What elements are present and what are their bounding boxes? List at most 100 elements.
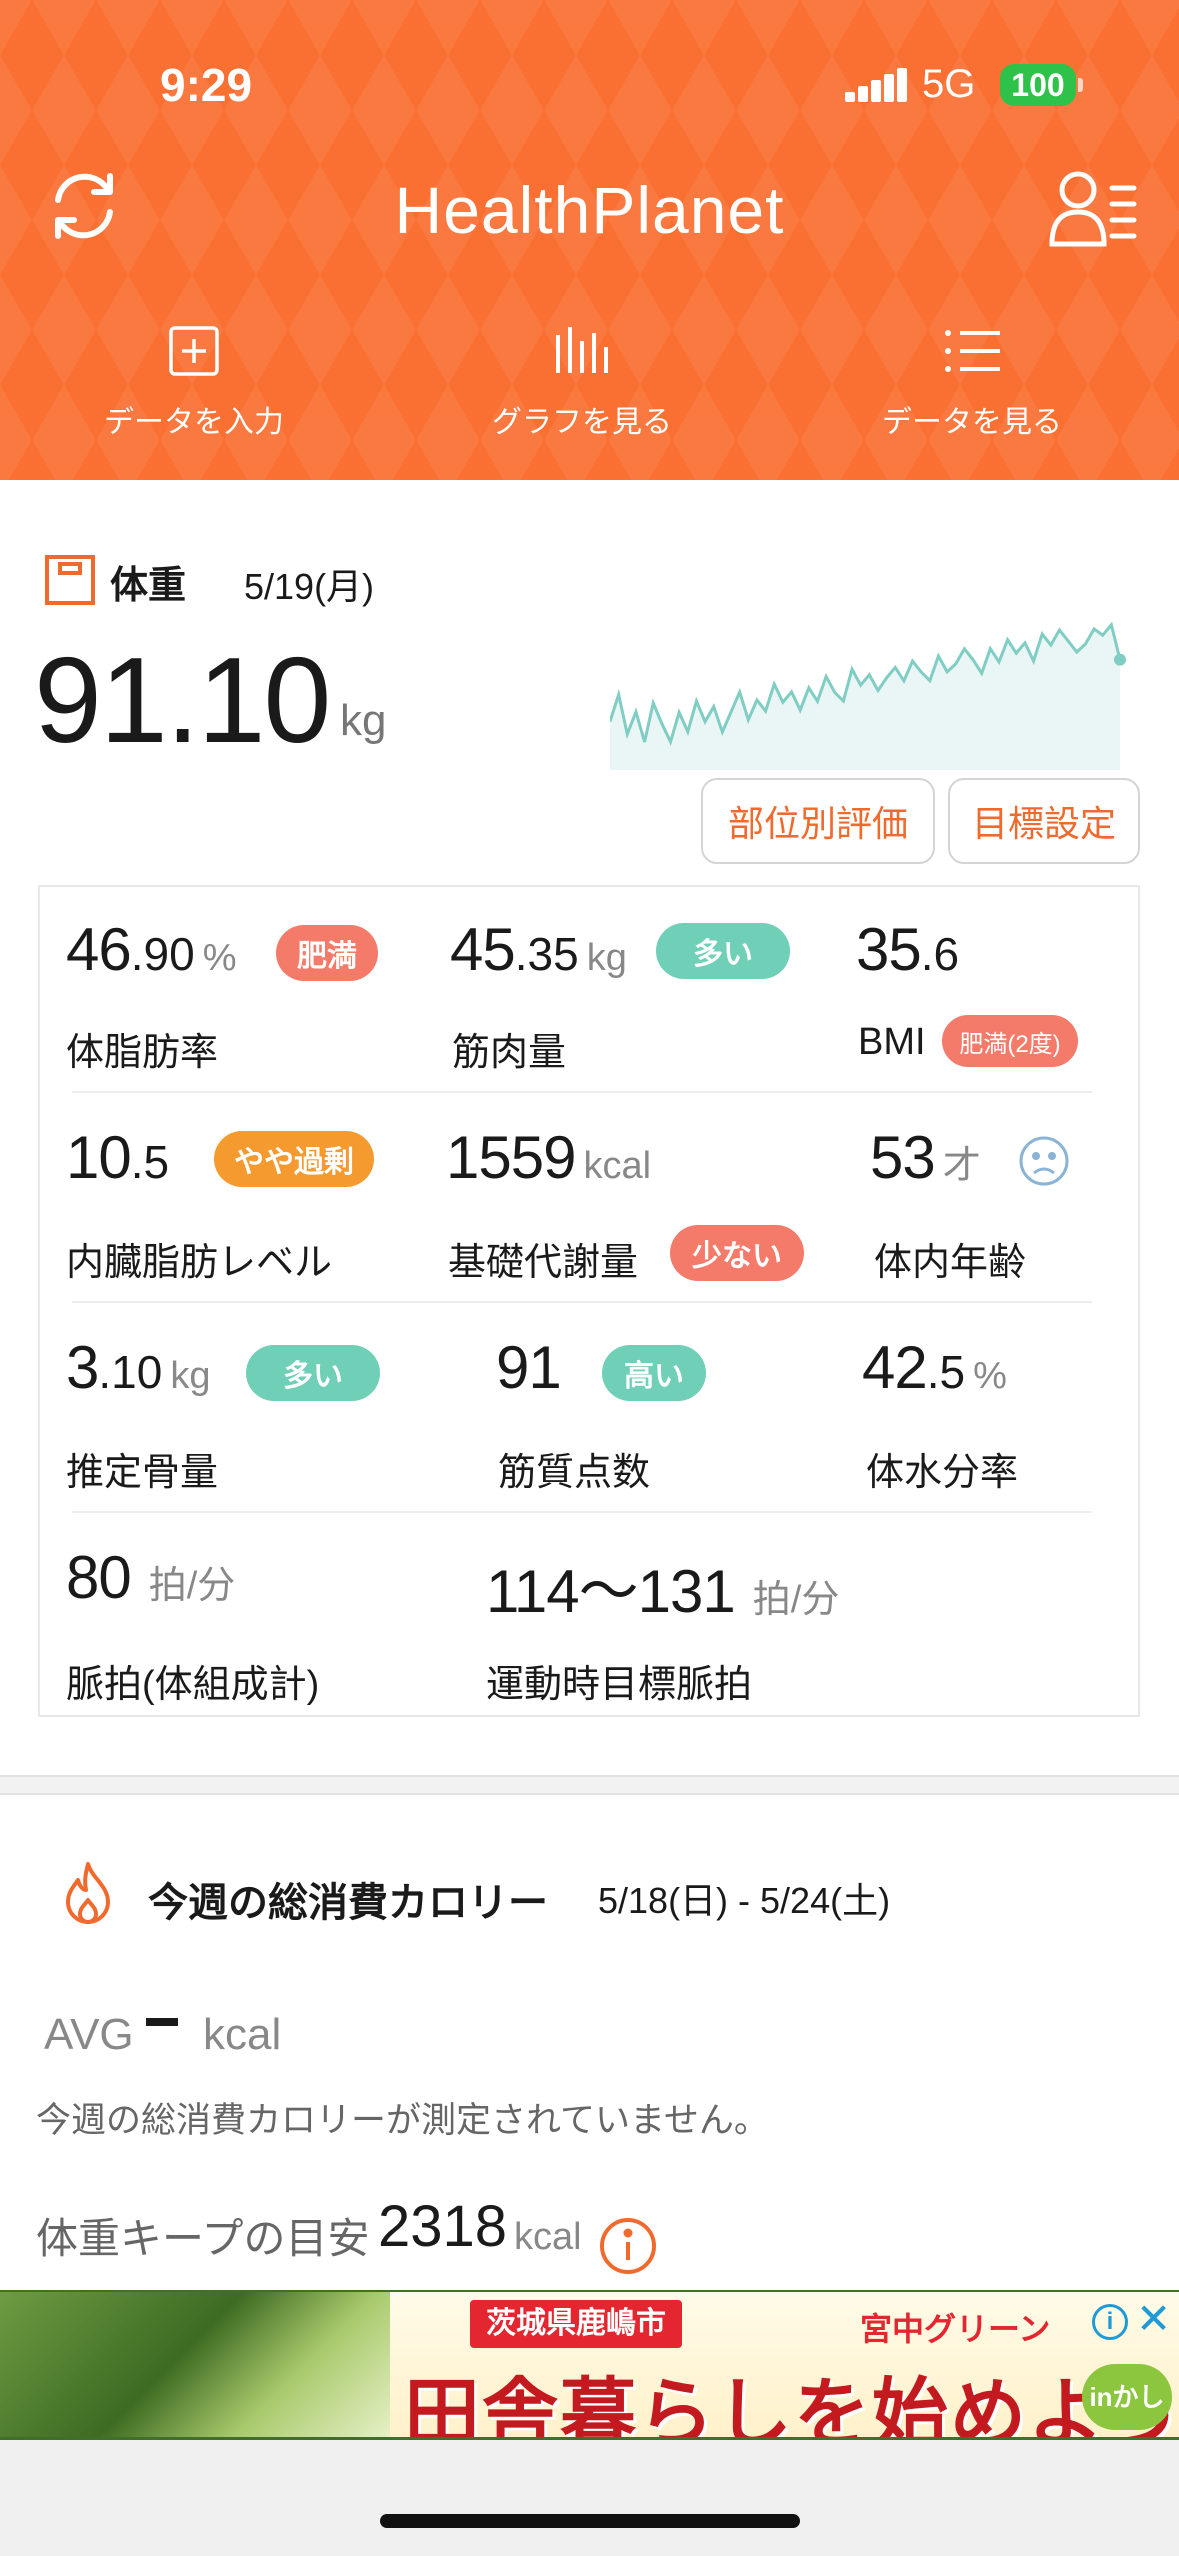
avg-unit: kcal bbox=[203, 2010, 282, 2059]
bone-value[interactable]: 3.10 kg bbox=[66, 1333, 210, 1402]
ad-headline: 田舎暮らしを始めよう! bbox=[404, 2372, 1179, 2440]
water-label: 体水分率 bbox=[866, 1452, 1019, 1494]
scale-icon bbox=[45, 555, 95, 605]
calorie-title: 今週の総消費カロリー bbox=[148, 1881, 548, 1925]
weight-trend-chart[interactable] bbox=[610, 610, 1130, 770]
bone-unit: kg bbox=[170, 1355, 211, 1397]
bmi-int: 35 bbox=[856, 916, 922, 983]
visceral-value[interactable]: 10.5 bbox=[66, 1123, 169, 1192]
bmr-int: 1559 bbox=[446, 1124, 576, 1191]
target-pulse-unit: 拍/分 bbox=[752, 1579, 840, 1621]
row-divider bbox=[72, 1091, 1092, 1093]
visceral-int: 10 bbox=[66, 1124, 132, 1191]
bmi-value[interactable]: 35.6 bbox=[856, 915, 959, 984]
weight-title: 体重 bbox=[110, 565, 187, 607]
sad-face-icon bbox=[1019, 1136, 1069, 1186]
body-age-int: 53 bbox=[870, 1124, 936, 1191]
muscle-score-label: 筋質点数 bbox=[498, 1452, 651, 1494]
goal-setting-button[interactable]: 目標設定 bbox=[948, 778, 1140, 864]
pulse-label: 脈拍(体組成計) bbox=[66, 1664, 320, 1706]
muscle-score-int: 91 bbox=[496, 1334, 562, 1401]
pulse-unit: 拍/分 bbox=[148, 1565, 236, 1607]
ad-photo bbox=[0, 2292, 390, 2437]
body-age-value[interactable]: 53 才 bbox=[870, 1123, 981, 1192]
section-divider bbox=[0, 1775, 1179, 1795]
bone-label: 推定骨量 bbox=[66, 1452, 219, 1494]
row-divider bbox=[72, 1511, 1092, 1513]
muscle-dec: .35 bbox=[514, 928, 579, 980]
row-divider bbox=[72, 1301, 1092, 1303]
app-header: 9:29 5G 100 HealthPlanet データを入力 グラフを見る デ… bbox=[0, 0, 1179, 480]
ad-info-icon[interactable]: i bbox=[1092, 2304, 1128, 2340]
visceral-label: 内臓脂肪レベル bbox=[66, 1242, 333, 1284]
cellular-signal-icon bbox=[845, 68, 907, 102]
nav-data-input[interactable]: データを入力 bbox=[44, 325, 344, 441]
muscle-status-badge: 多い bbox=[656, 923, 790, 979]
nav-data-view-label: データを見る bbox=[882, 406, 1062, 439]
nav-data-input-label: データを入力 bbox=[104, 406, 284, 439]
pulse-value[interactable]: 80 拍/分 bbox=[66, 1543, 235, 1612]
profile-menu-icon[interactable] bbox=[1048, 166, 1138, 255]
weight-trend-area bbox=[610, 624, 1120, 770]
ad-brand: 宮中グリーン bbox=[860, 2311, 1051, 2347]
target-pulse-value[interactable]: 114〜131 拍/分 bbox=[486, 1543, 839, 1630]
visceral-dec: .5 bbox=[130, 1136, 170, 1188]
weight-trend-latest-point bbox=[1114, 653, 1126, 666]
ad-close-icon[interactable]: ✕ bbox=[1136, 2298, 1171, 2340]
muscle-value[interactable]: 45.35 kg bbox=[450, 915, 627, 984]
bone-status-badge: 多い bbox=[246, 1345, 380, 1401]
calorie-note: 今週の総消費カロリーが測定されていません。 bbox=[36, 2101, 769, 2140]
keep-weight-value: 2318 bbox=[378, 2194, 508, 2259]
status-time: 9:29 bbox=[160, 59, 253, 111]
nav-data-view[interactable]: データを見る bbox=[822, 325, 1122, 441]
ad-prefecture: 茨城県鹿嶋市 bbox=[470, 2300, 682, 2348]
body-age-unit: 才 bbox=[942, 1145, 981, 1187]
app-logo: HealthPlanet bbox=[394, 173, 785, 247]
bottom-area bbox=[0, 2440, 1179, 2556]
muscle-label: 筋肉量 bbox=[452, 1032, 567, 1074]
info-icon[interactable] bbox=[598, 2216, 658, 2276]
battery-indicator: 100 bbox=[1000, 64, 1076, 106]
battery-tip bbox=[1078, 78, 1083, 92]
body-age-label: 体内年齢 bbox=[874, 1242, 1027, 1284]
bone-dec: .10 bbox=[98, 1346, 163, 1398]
ad-banner[interactable]: 茨城県鹿嶋市 宮中グリーン 田舎暮らしを始めよう! i ✕ inかしま bbox=[0, 2290, 1179, 2440]
keep-weight-label: 体重キープの目安 bbox=[36, 2215, 370, 2262]
muscle-int: 45 bbox=[450, 916, 516, 983]
nav-graph[interactable]: グラフを見る bbox=[432, 325, 732, 441]
visceral-status-badge: やや過剰 bbox=[214, 1131, 374, 1187]
bone-int: 3 bbox=[66, 1334, 99, 1401]
plus-square-icon bbox=[169, 326, 219, 376]
metrics-grid: 46.90% 肥満 体脂肪率 45.35 kg 多い 筋肉量 35.6 BMI 肥… bbox=[38, 885, 1140, 1717]
keep-weight-unit: kcal bbox=[514, 2216, 582, 2258]
list-icon bbox=[945, 330, 1000, 372]
weight-value: 91.10 bbox=[34, 632, 331, 768]
pulse-int: 80 bbox=[66, 1544, 132, 1611]
bmi-status-badge: 肥満(2度) bbox=[942, 1015, 1078, 1067]
target-pulse-int: 114〜131 bbox=[486, 1558, 736, 1625]
water-value[interactable]: 42.5% bbox=[862, 1333, 1007, 1402]
avg-label: AVG bbox=[44, 2010, 134, 2059]
muscle-score-status-badge: 高い bbox=[602, 1345, 706, 1401]
body-fat-label: 体脂肪率 bbox=[66, 1032, 219, 1074]
weight-date: 5/19(月) bbox=[244, 566, 375, 607]
body-fat-dec: .90 bbox=[130, 928, 195, 980]
part-evaluation-button[interactable]: 部位別評価 bbox=[701, 778, 935, 864]
ad-badge: inかしま bbox=[1082, 2364, 1172, 2430]
muscle-unit: kg bbox=[586, 937, 627, 979]
network-type: 5G bbox=[922, 62, 976, 106]
body-fat-unit: % bbox=[202, 937, 237, 979]
bmr-value[interactable]: 1559 kcal bbox=[446, 1123, 651, 1192]
bmi-dec: .6 bbox=[920, 928, 960, 980]
home-indicator[interactable] bbox=[380, 2514, 800, 2528]
bmr-unit: kcal bbox=[583, 1145, 652, 1187]
body-fat-status-badge: 肥満 bbox=[276, 925, 378, 981]
target-pulse-label: 運動時目標脈拍 bbox=[486, 1664, 753, 1706]
bmr-label: 基礎代謝量 bbox=[448, 1242, 639, 1284]
muscle-score-value[interactable]: 91 bbox=[496, 1333, 562, 1402]
body-fat-value[interactable]: 46.90% bbox=[66, 915, 237, 984]
water-dec: .5 bbox=[926, 1346, 966, 1398]
bmi-label: BMI bbox=[858, 1021, 926, 1063]
calorie-date-range: 5/18(日) - 5/24(土) bbox=[598, 1880, 891, 1921]
bar-graph-icon bbox=[556, 327, 608, 373]
